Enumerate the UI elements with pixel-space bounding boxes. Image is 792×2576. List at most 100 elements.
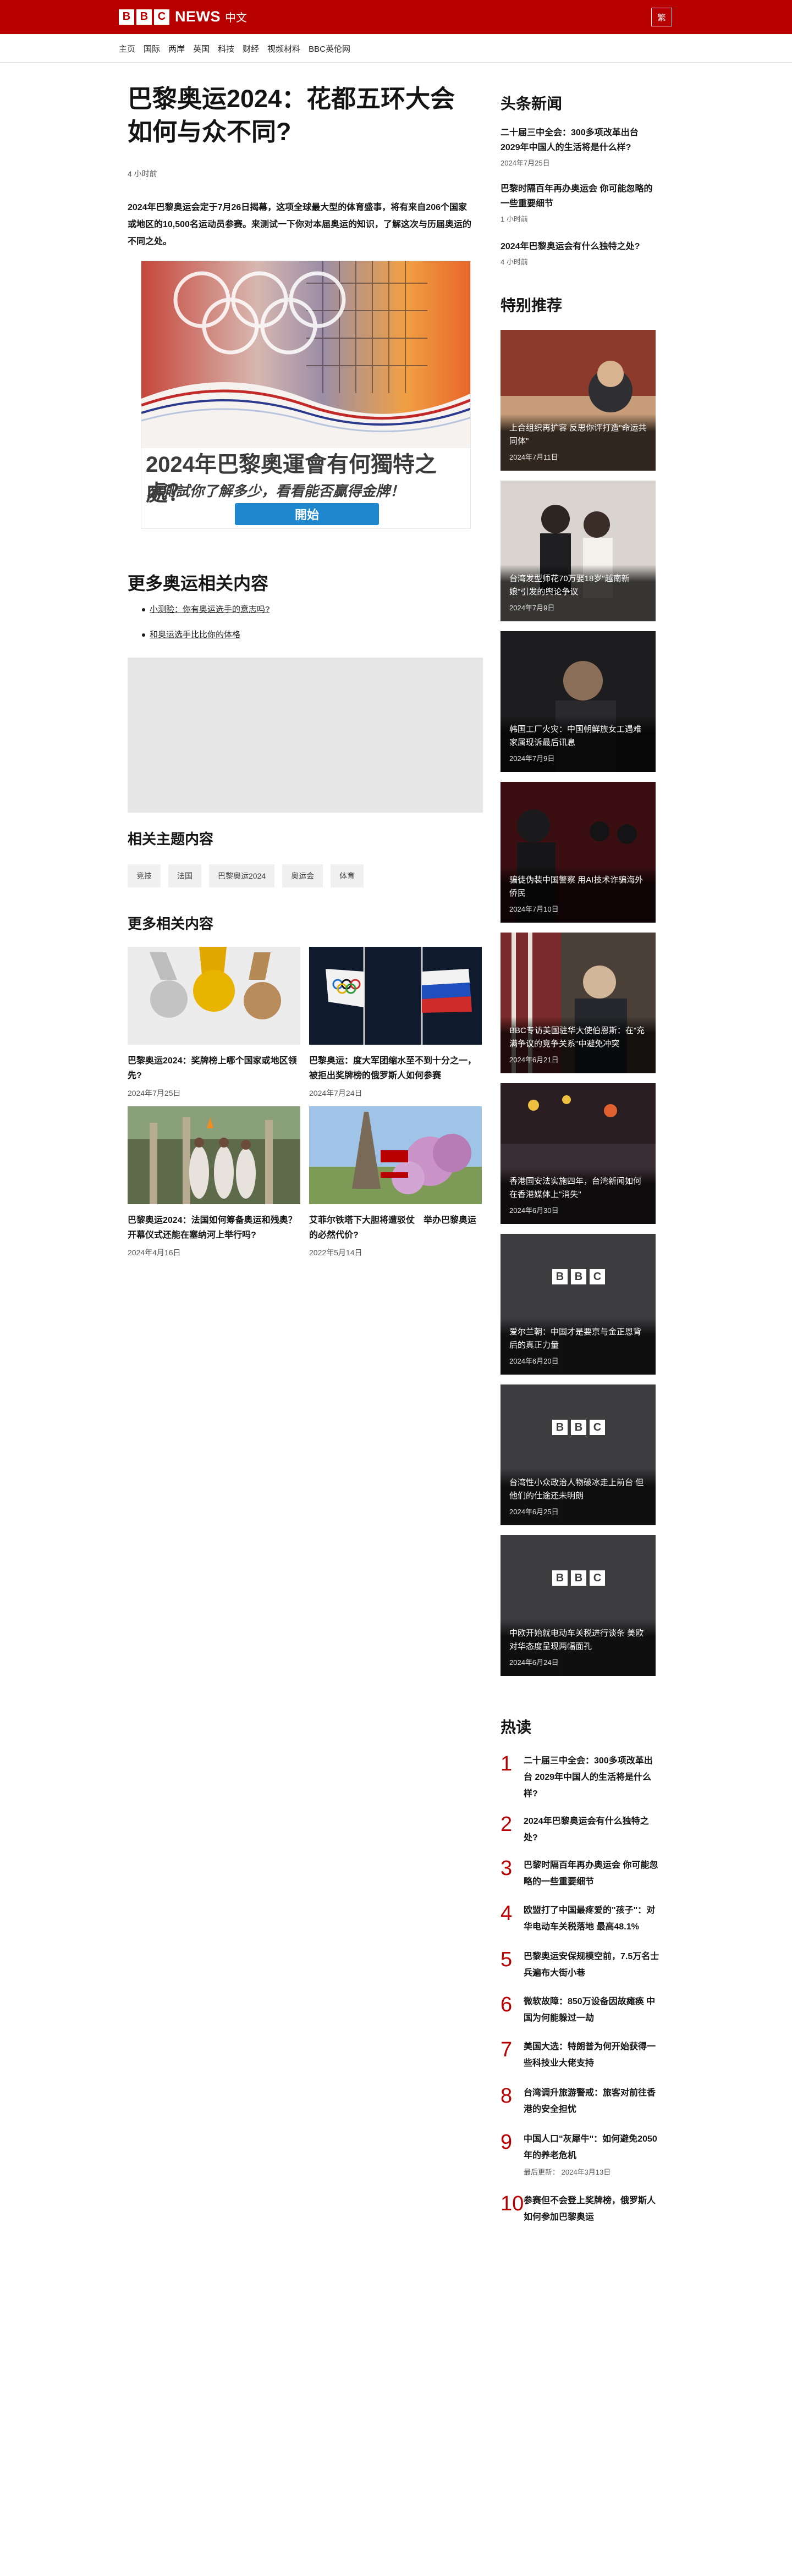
nav-item-cross-strait[interactable]: 两岸	[168, 43, 185, 54]
start-quiz-button[interactable]: 開始	[235, 503, 379, 525]
bbc-logo-letter: C	[590, 1420, 605, 1435]
rank-number: 1	[501, 1752, 513, 1775]
logo-language-text: 中文	[225, 12, 247, 24]
related-card[interactable]: 巴黎奥运2024：法国如何筹备奥运和残奥？开幕仪式还能在塞纳河上举行吗? 202…	[128, 1106, 300, 1258]
nav-item-video[interactable]: 视频材料	[267, 43, 300, 54]
featured-card[interactable]: BBC 中欧开始就电动车关税进行谈条 美欧对华态度呈现两幅面孔 2024年6月2…	[501, 1535, 656, 1676]
article-headline: 巴黎奥运2024：花都五环大会如何与众不同?	[128, 85, 455, 146]
nav-item-uk[interactable]: 英国	[193, 43, 210, 54]
top-news-item[interactable]: 2024年巴黎奥运会有什么独特之处? 4 小时前	[501, 239, 656, 267]
featured-date: 2024年7月9日	[509, 604, 555, 612]
rank-number: 8	[501, 2084, 513, 2108]
featured-date: 2024年7月10日	[509, 905, 559, 913]
bbc-logo-letter: B	[552, 1570, 568, 1586]
link-text[interactable]: 和奥运选手比比你的体格	[150, 630, 240, 639]
popular-item[interactable]: 6 微软故障：850万设备因故瘫痪 中国为何能躲过一劫	[501, 1994, 660, 2027]
featured-date: 2024年6月30日	[509, 1206, 559, 1215]
page-footer-space	[0, 2414, 792, 2576]
topic-tag[interactable]: 法国	[168, 864, 201, 887]
featured-card[interactable]: 韩国工厂火灾：中国朝鲜族女工遇难 家属现诉最后讯息 2024年7月9日	[501, 631, 656, 772]
related-card[interactable]: 巴黎奥运：度大军团缩水至不到十分之一，被拒出奖牌榜的俄罗斯人如何参赛 2024年…	[309, 947, 482, 1099]
popular-item[interactable]: 9 中国人口"灰犀牛"：如何避免2050年的养老危机 最后更新： 2024年3月…	[501, 2131, 660, 2177]
popular-item[interactable]: 10 参赛但不会登上奖牌榜，俄罗斯人如何参加巴黎奥运	[501, 2193, 660, 2226]
featured-date: 2024年6月21日	[509, 1056, 559, 1064]
rank-number: 3	[501, 1857, 513, 1880]
nav-item-bbc-uk[interactable]: BBC英伦网	[309, 43, 350, 54]
bbc-news-logo[interactable]: B B C NEWS 中文	[119, 8, 247, 25]
bbc-logo-letter: C	[590, 1269, 605, 1284]
card-date: 2024年4月16日	[128, 1248, 181, 1257]
promo-subtitle: 來測試你了解多少，看看能否贏得金牌！	[147, 483, 405, 499]
featured-card[interactable]: BBC 台湾性小众政治人物破冰走上前台 但他们的仕途还未明朗 2024年6月25…	[501, 1384, 656, 1525]
featured-card[interactable]: BBC专访美国驻华大使伯恩斯：在"充满争议的竞争关系"中避免冲突 2024年6月…	[501, 933, 656, 1073]
featured-card[interactable]: 台湾发型师花70万娶18岁"越南新娘"引发的舆论争议 2024年7月9日	[501, 481, 656, 621]
article-lead: 2024年巴黎奥运会定于7月26日揭幕，这项全球最大型的体育盛事，将有来自206…	[128, 203, 471, 246]
popular-title: 2024年巴黎奥运会有什么独特之处?	[524, 1817, 649, 1843]
card-title: 巴黎奥运2024：奖牌榜上哪个国家或地区领先?	[128, 1056, 297, 1080]
bbc-logo-letter: B	[571, 1420, 586, 1435]
bbc-logo-letter: B	[571, 1269, 586, 1284]
topic-tag[interactable]: 竞技	[128, 864, 161, 887]
bbc-logo-letter: C	[590, 1570, 605, 1586]
featured-date: 2024年7月11日	[509, 453, 558, 461]
olympic-rings-illustration	[141, 261, 470, 448]
card-date: 2024年7月24日	[309, 1089, 362, 1097]
popular-heading: 热读	[501, 1719, 532, 1736]
rank-number: 10	[501, 2192, 524, 2215]
list-item[interactable]: 小测验：你有奥运选手的意志吗?	[142, 604, 270, 629]
popular-item[interactable]: 3 巴黎时隔百年再办奥运会 你可能忽略的一些重要细节	[501, 1857, 660, 1890]
featured-card[interactable]: 香港国安法实施四年，台湾新闻如何在香港媒体上"消失" 2024年6月30日	[501, 1083, 656, 1224]
bbc-logo-letter: B	[552, 1420, 568, 1435]
related-topics-heading: 相关主题内容	[128, 831, 214, 847]
popular-item[interactable]: 2 2024年巴黎奥运会有什么独特之处?	[501, 1813, 660, 1846]
bbc-logo-letter: B	[552, 1269, 568, 1284]
featured-title: 爱尔兰朝：中国才是要京与金正恩背后的真正力量	[509, 1327, 642, 1350]
top-bar: B B C NEWS 中文 繁	[0, 0, 792, 34]
featured-date: 2024年7月9日	[509, 754, 555, 763]
featured-card[interactable]: 骗徒伪装中国警察 用AI技术诈骗海外侨民 2024年7月10日	[501, 782, 656, 923]
popular-item[interactable]: 5 巴黎奥运安保规模空前，7.5万名士兵遍布大街小巷	[501, 1949, 660, 1982]
related-card[interactable]: 艾菲尔铁塔下大胆将遭驳仗 举办巴黎奥运的必然代价? 2022年5月14日	[309, 1106, 482, 1258]
news-date: 4 小时前	[501, 258, 528, 266]
article-timestamp: 4 小时前	[128, 169, 157, 178]
top-news-item[interactable]: 巴黎时隔百年再办奥运会 你可能忽略的一些重要细节 1 小时前	[501, 181, 656, 224]
rank-number: 9	[501, 2131, 513, 2154]
topic-tags: 竞技 法国 巴黎奥运2024 奥运会 体育	[128, 864, 371, 887]
rank-number: 5	[501, 1948, 513, 1971]
popular-title: 微软故障：850万设备因故瘫痪 中国为何能躲过一劫	[524, 1997, 656, 2023]
nav-item-tech[interactable]: 科技	[218, 43, 234, 54]
popular-title: 中国人口"灰犀牛"：如何避免2050年的养老危机	[524, 2134, 657, 2160]
card-title: 艾菲尔铁塔下大胆将遭驳仗 举办巴黎奥运的必然代价?	[309, 1216, 477, 1240]
popular-title: 二十届三中全会：300多项改革出台 2029年中国人的生活将是什么样?	[524, 1756, 653, 1799]
featured-card[interactable]: 上合组织再扩容 反思你评打造"命运共同体" 2024年7月11日	[501, 330, 656, 471]
flags-image	[309, 947, 482, 1045]
bbc-logo-letter: B	[119, 9, 134, 25]
related-content-heading: 更多相关内容	[128, 915, 214, 932]
top-news-heading: 头条新闻	[501, 95, 563, 112]
related-card[interactable]: 巴黎奥运2024：奖牌榜上哪个国家或地区领先? 2024年7月25日	[128, 947, 300, 1099]
popular-item[interactable]: 1 二十届三中全会：300多项改革出台 2029年中国人的生活将是什么样?	[501, 1753, 660, 1802]
link-text[interactable]: 小测验：你有奥运选手的意志吗?	[150, 605, 270, 614]
topic-tag[interactable]: 体育	[331, 864, 364, 887]
nav-item-home[interactable]: 主页	[119, 43, 135, 54]
nav-item-world[interactable]: 国际	[144, 43, 160, 54]
featured-title: 中欧开始就电动车关税进行谈条 美欧对华态度呈现两幅面孔	[509, 1629, 644, 1651]
updated-date: 2024年3月13日	[561, 2168, 611, 2176]
top-news-item[interactable]: 二十届三中全会：300多项改革出台 2029年中国人的生活将是什么样? 2024…	[501, 125, 656, 168]
popular-item[interactable]: 8 台湾调升旅游警戒：旅客对前往香港的安全担忧	[501, 2085, 660, 2118]
topic-tag[interactable]: 巴黎奥运2024	[209, 864, 275, 887]
torch-ceremony-image	[128, 1106, 300, 1204]
bbc-logo-letter: B	[136, 9, 152, 25]
traditional-chinese-button[interactable]: 繁	[651, 8, 672, 26]
popular-item[interactable]: 4 欧盟打了中国最疼爱的"孩子"：对华电动车关税落地 最高48.1%	[501, 1902, 660, 1935]
quiz-promo[interactable]: 2024年巴黎奧運會有何獨特之處？ 來測試你了解多少，看看能否贏得金牌！ 開始	[141, 261, 471, 529]
nav-item-business[interactable]: 财经	[243, 43, 259, 54]
popular-title: 巴黎奥运安保规模空前，7.5万名士兵遍布大街小巷	[524, 1952, 659, 1978]
popular-item[interactable]: 7 美国大选：特朗普为何开始获得一些科技业大佬支持	[501, 2039, 660, 2072]
featured-date: 2024年6月20日	[509, 1357, 559, 1365]
featured-heading: 特别推荐	[501, 297, 563, 314]
topic-tag[interactable]: 奥运会	[282, 864, 323, 887]
list-item[interactable]: 和奥运选手比比你的体格	[142, 629, 270, 654]
featured-card[interactable]: BBC 爱尔兰朝：中国才是要京与金正恩背后的真正力量 2024年6月20日	[501, 1234, 656, 1375]
popular-title: 台湾调升旅游警戒：旅客对前往香港的安全担忧	[524, 2088, 656, 2114]
